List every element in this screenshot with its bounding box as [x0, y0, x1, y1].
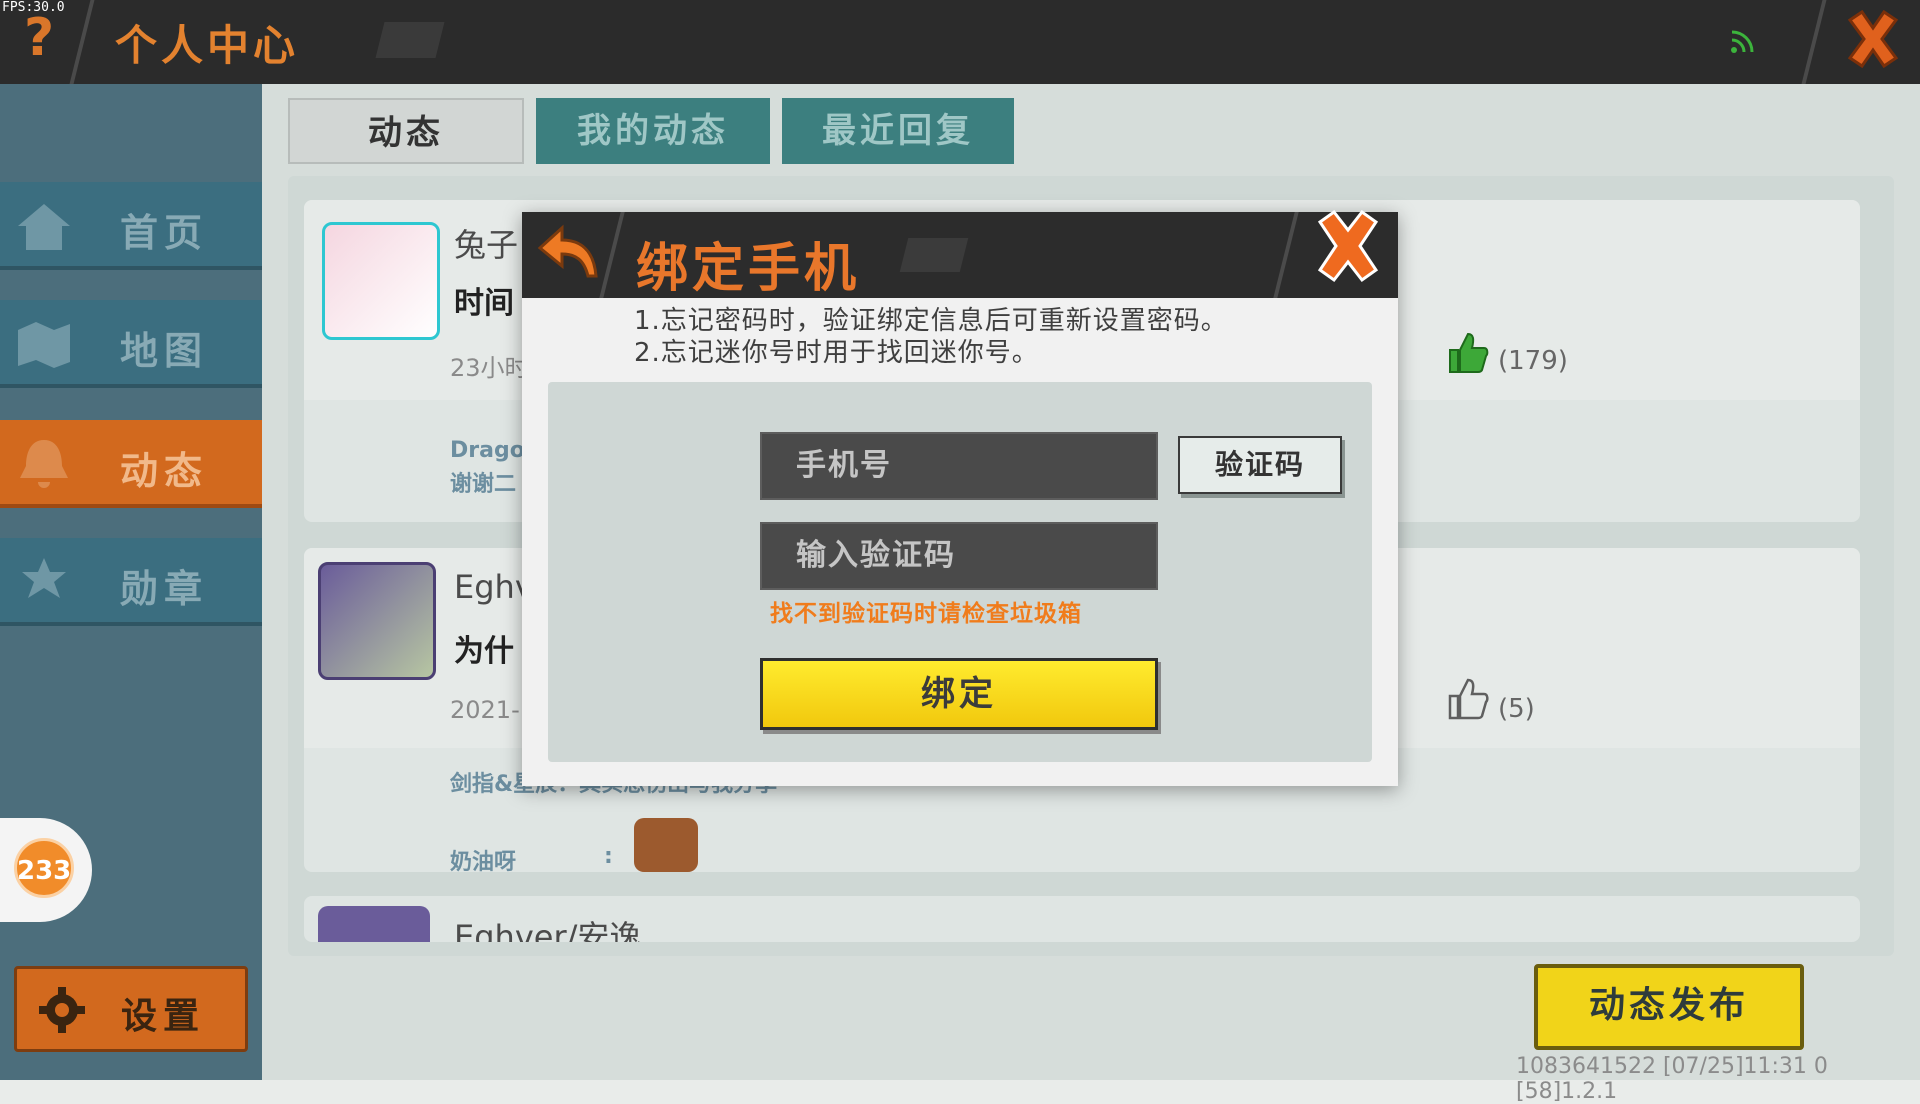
- post-author[interactable]: Eghver/安逸: [454, 912, 641, 942]
- map-icon: [18, 322, 70, 368]
- sidebar-item-label: 地图: [120, 329, 209, 373]
- feed-post[interactable]: Eghver/安逸: [304, 896, 1860, 942]
- post-text: 时间: [454, 286, 514, 321]
- reply-author[interactable]: 奶油呀: [450, 844, 516, 876]
- sidebar-item-label: 首页: [120, 211, 209, 255]
- bind-button[interactable]: 绑定: [760, 658, 1158, 730]
- dialog-note: 2.忘记迷你号时用于找回迷你号。: [634, 338, 1039, 368]
- question-icon[interactable]: ?: [24, 8, 54, 68]
- post-time: 2021-: [450, 696, 520, 724]
- like-count: (5): [1498, 694, 1535, 724]
- avatar[interactable]: [318, 906, 430, 942]
- get-code-button[interactable]: 验证码: [1178, 436, 1342, 494]
- reply-text: 谢谢二: [450, 472, 517, 497]
- bell-icon: [20, 440, 68, 488]
- sidebar-item-home[interactable]: 首页: [0, 182, 262, 270]
- back-arrow-icon[interactable]: [534, 222, 602, 284]
- medal-icon: [22, 558, 66, 598]
- sidebar-item-map[interactable]: 地图: [0, 300, 262, 388]
- gear-icon: [39, 987, 85, 1033]
- dialog-title: 绑定手机: [636, 239, 861, 299]
- tab-recent-replies[interactable]: 最近回复: [782, 98, 1014, 164]
- sidebar-item-label: 动态: [120, 449, 209, 493]
- page-title: 个人中心: [115, 21, 300, 70]
- sidebar-item-feed[interactable]: 动态: [0, 420, 262, 508]
- sticker-image: [634, 818, 698, 872]
- reply-separator: :: [604, 844, 613, 869]
- house-icon: [18, 204, 70, 250]
- phone-input[interactable]: 手机号: [760, 432, 1158, 500]
- footer-info: 1083641522 [07/25]11:31 0 [58]1.2.1: [1516, 1054, 1828, 1104]
- avatar[interactable]: [318, 562, 436, 680]
- close-icon[interactable]: [1840, 6, 1906, 72]
- settings-label: 设置: [121, 996, 206, 1037]
- post-time: 23小时: [450, 354, 529, 382]
- settings-button[interactable]: 设置: [14, 966, 248, 1052]
- publish-post-button[interactable]: 动态发布: [1534, 964, 1804, 1050]
- spam-hint: 找不到验证码时请检查垃圾箱: [770, 601, 1082, 627]
- thumbs-up-icon[interactable]: [1446, 676, 1490, 720]
- tab-my-feed[interactable]: 我的动态: [536, 98, 770, 164]
- thumbs-up-icon[interactable]: [1446, 330, 1490, 374]
- app-233-badge[interactable]: 233: [14, 838, 74, 898]
- sidebar-item-label: 勋章: [120, 567, 209, 611]
- tab-feed[interactable]: 动态: [288, 98, 524, 164]
- verification-code-input[interactable]: 输入验证码: [760, 522, 1158, 590]
- like-count: (179): [1498, 346, 1568, 376]
- signal-icon: [1731, 30, 1754, 53]
- post-author[interactable]: 兔子: [454, 220, 518, 266]
- post-text: 为什: [454, 634, 514, 669]
- sidebar-item-medals[interactable]: 勋章: [0, 538, 262, 626]
- close-icon[interactable]: [1310, 206, 1386, 286]
- avatar[interactable]: [322, 222, 440, 340]
